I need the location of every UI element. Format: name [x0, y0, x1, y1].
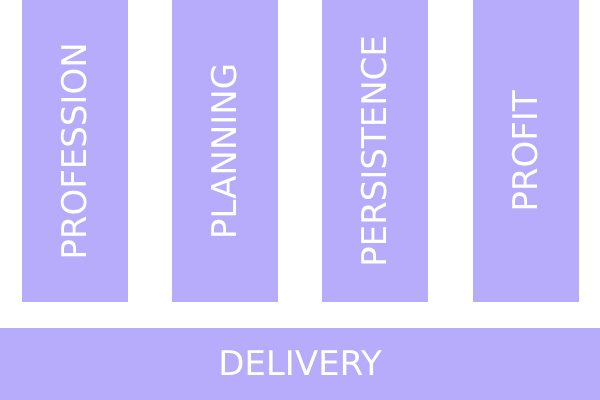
pillar-label: PERSISTENCE [355, 35, 395, 267]
pillar-planning: PLANNING [172, 0, 278, 302]
pillar-label: PROFIT [506, 90, 546, 212]
pillar-persistence: PERSISTENCE [322, 0, 428, 302]
pillar-profession: PROFESSION [22, 0, 128, 302]
pillar-profit: PROFIT [473, 0, 579, 302]
pillar-label: PROFESSION [55, 42, 95, 260]
base-label: DELIVERY [218, 344, 382, 384]
pillar-label: PLANNING [205, 62, 245, 240]
base-delivery: DELIVERY [0, 328, 600, 400]
